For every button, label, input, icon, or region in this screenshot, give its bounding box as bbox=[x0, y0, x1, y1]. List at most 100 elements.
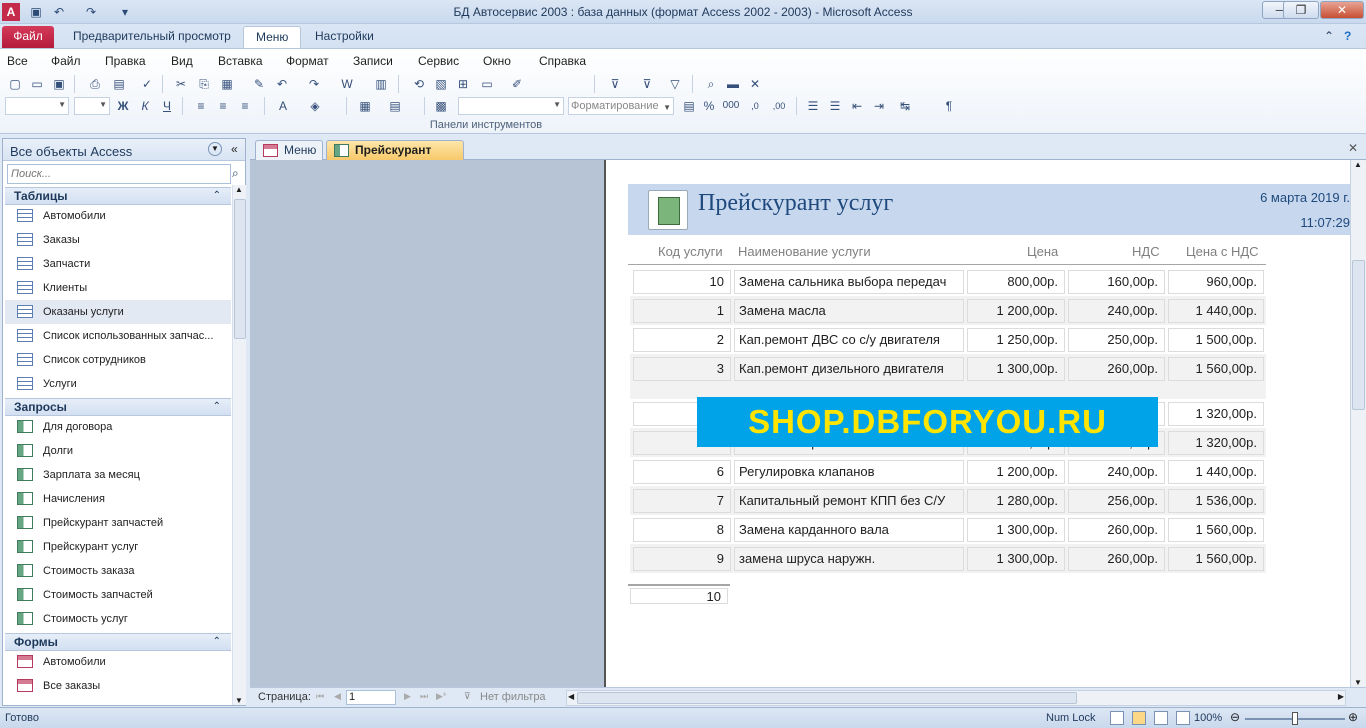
print-preview-icon[interactable]: ▤ bbox=[110, 75, 128, 93]
align-left-icon[interactable]: ≡ bbox=[192, 97, 210, 115]
filter-by-form-icon[interactable]: ⊽ bbox=[638, 75, 656, 93]
relationships-icon[interactable]: ⟲ bbox=[410, 75, 428, 93]
paste-icon[interactable]: ▦ bbox=[218, 75, 236, 93]
minimize-ribbon-icon[interactable]: ⌃ bbox=[1324, 26, 1334, 48]
new-object-icon[interactable]: ✐ bbox=[508, 75, 526, 93]
line-style-icon[interactable]: ▤ bbox=[386, 97, 404, 115]
menu-all[interactable]: Все bbox=[7, 54, 28, 68]
zoom-in-icon[interactable]: ⊕ bbox=[1348, 710, 1358, 724]
menu-format[interactable]: Формат bbox=[286, 54, 329, 68]
nav-item-query[interactable]: Прейскурант запчастей bbox=[5, 511, 231, 535]
layout-view-icon[interactable] bbox=[1154, 711, 1168, 725]
report-view-icon[interactable] bbox=[1110, 711, 1124, 725]
find-icon[interactable]: ⌕ bbox=[702, 75, 720, 93]
nav-group-tables[interactable]: Таблицы ⌃ bbox=[5, 187, 231, 205]
font-color-icon[interactable]: A bbox=[274, 97, 292, 115]
code-icon[interactable]: ⊞ bbox=[454, 75, 472, 93]
close-button[interactable]: ✕ bbox=[1320, 1, 1364, 19]
tab-file[interactable]: Файл bbox=[2, 26, 54, 48]
nav-menu-chevron-icon[interactable]: ▼ bbox=[208, 142, 222, 156]
bullets-icon[interactable]: ☰ bbox=[804, 97, 822, 115]
tab-print-preview[interactable]: Предварительный просмотр bbox=[61, 26, 243, 48]
nav-search-input[interactable] bbox=[7, 164, 231, 184]
last-page-icon[interactable]: ⏭ bbox=[420, 691, 428, 702]
nav-item-table-selected[interactable]: Оказаны услуги bbox=[5, 300, 231, 324]
format-painter-icon[interactable]: ✎ bbox=[250, 75, 268, 93]
delete-record-icon[interactable]: ✕ bbox=[746, 75, 764, 93]
tab-menu[interactable]: Меню bbox=[243, 26, 302, 48]
zoom-out-icon[interactable]: ⊖ bbox=[1230, 710, 1240, 724]
shutter-bar-close-icon[interactable]: « bbox=[231, 142, 238, 156]
vertical-scroll-thumb[interactable] bbox=[1352, 260, 1365, 410]
font-size-combo[interactable]: ▼ bbox=[74, 97, 110, 115]
properties-icon[interactable]: ▧ bbox=[432, 75, 450, 93]
nav-item-query[interactable]: Долги bbox=[5, 439, 231, 463]
close-document-icon[interactable]: ✕ bbox=[1348, 141, 1358, 155]
underline-button[interactable]: Ч bbox=[158, 97, 176, 115]
doc-tab-price-list[interactable]: Прейскурант услуг bbox=[326, 140, 464, 175]
menu-file[interactable]: Файл bbox=[51, 54, 81, 68]
save-icon[interactable]: ▣ bbox=[50, 75, 68, 93]
nav-item-query[interactable]: Стоимость заказа bbox=[5, 559, 231, 583]
menu-window[interactable]: Окно bbox=[483, 54, 511, 68]
print-preview-view-icon[interactable] bbox=[1132, 711, 1146, 725]
horizontal-scroll-thumb[interactable] bbox=[577, 692, 1077, 704]
menu-help[interactable]: Справка bbox=[539, 54, 586, 68]
open-icon[interactable]: ▭ bbox=[28, 75, 46, 93]
menu-insert[interactable]: Вставка bbox=[218, 54, 263, 68]
formatting-combo[interactable]: Форматирование ▼ bbox=[568, 97, 674, 115]
italic-button[interactable]: К bbox=[136, 97, 154, 115]
nav-item-form[interactable]: Все заказы bbox=[5, 674, 231, 698]
first-page-icon[interactable]: ⏮ bbox=[316, 691, 324, 702]
menu-view[interactable]: Вид bbox=[171, 54, 193, 68]
style-combo[interactable]: ▼ bbox=[458, 97, 564, 115]
nav-group-queries[interactable]: Запросы ⌃ bbox=[5, 398, 231, 416]
menu-records[interactable]: Записи bbox=[353, 54, 393, 68]
tab-settings[interactable]: Настройки bbox=[303, 26, 386, 48]
nav-item-query[interactable]: Начисления bbox=[5, 487, 231, 511]
nav-item-query[interactable]: Стоимость услуг bbox=[5, 607, 231, 631]
increase-decimals-icon[interactable]: ,0 bbox=[746, 97, 764, 115]
copy-icon[interactable]: ⎘ bbox=[195, 75, 213, 93]
menu-tools[interactable]: Сервис bbox=[418, 54, 459, 68]
spelling-icon[interactable]: ✓ bbox=[138, 75, 156, 93]
nav-item-table[interactable]: Услуги bbox=[5, 372, 231, 396]
apply-filter-icon[interactable]: ▽ bbox=[666, 75, 684, 93]
undo-icon[interactable]: ↶ bbox=[273, 75, 291, 93]
bold-button[interactable]: Ж bbox=[114, 97, 132, 115]
cut-icon[interactable]: ✂ bbox=[172, 75, 190, 93]
increase-indent-icon[interactable]: ⇥ bbox=[870, 97, 888, 115]
thousands-icon[interactable]: 000 bbox=[722, 97, 740, 115]
nav-item-form[interactable]: Автомобили bbox=[5, 650, 231, 674]
menu-edit[interactable]: Правка bbox=[105, 54, 146, 68]
nav-item-table[interactable]: Список сотрудников bbox=[5, 348, 231, 372]
paragraph-icon[interactable]: ¶ bbox=[940, 97, 958, 115]
numbering-icon[interactable]: ☰ bbox=[826, 97, 844, 115]
doc-tab-menu[interactable]: Меню bbox=[255, 140, 323, 160]
new-icon[interactable]: ▢ bbox=[6, 75, 24, 93]
analyze-icon[interactable]: ▥ bbox=[372, 75, 390, 93]
design-view-icon[interactable] bbox=[1176, 711, 1190, 725]
nav-scroll-thumb[interactable] bbox=[234, 199, 246, 339]
align-right-icon[interactable]: ≡ bbox=[236, 97, 254, 115]
decrease-decimals-icon[interactable]: ,00 bbox=[770, 97, 788, 115]
zoom-slider-thumb[interactable] bbox=[1292, 712, 1298, 725]
redo-icon[interactable]: ↷ bbox=[305, 75, 323, 93]
object-combo[interactable]: ▼ bbox=[5, 97, 69, 115]
page-number-input[interactable]: 1 bbox=[346, 690, 396, 705]
prev-page-icon[interactable]: ◀ bbox=[334, 691, 341, 702]
text-direction-icon[interactable]: ↹ bbox=[896, 97, 914, 115]
special-effect-icon[interactable]: ▩ bbox=[432, 97, 450, 115]
new-page-icon[interactable]: ▶* bbox=[436, 691, 446, 702]
nav-item-table[interactable]: Список использованных запчас... bbox=[5, 324, 231, 348]
nav-item-table[interactable]: Запчасти bbox=[5, 252, 231, 276]
gridlines-icon[interactable]: ▦ bbox=[356, 97, 374, 115]
print-icon[interactable]: ⎙ bbox=[86, 75, 104, 93]
percent-icon[interactable]: % bbox=[700, 97, 718, 115]
no-filter-button[interactable]: Нет фильтра bbox=[480, 691, 546, 703]
nav-item-table[interactable]: Заказы bbox=[5, 228, 231, 252]
nav-item-query[interactable]: Зарплата за месяц bbox=[5, 463, 231, 487]
help-icon[interactable]: ? bbox=[1344, 26, 1351, 48]
nav-item-query[interactable]: Прейскурант услуг bbox=[5, 535, 231, 559]
nav-item-query[interactable]: Стоимость запчастей bbox=[5, 583, 231, 607]
